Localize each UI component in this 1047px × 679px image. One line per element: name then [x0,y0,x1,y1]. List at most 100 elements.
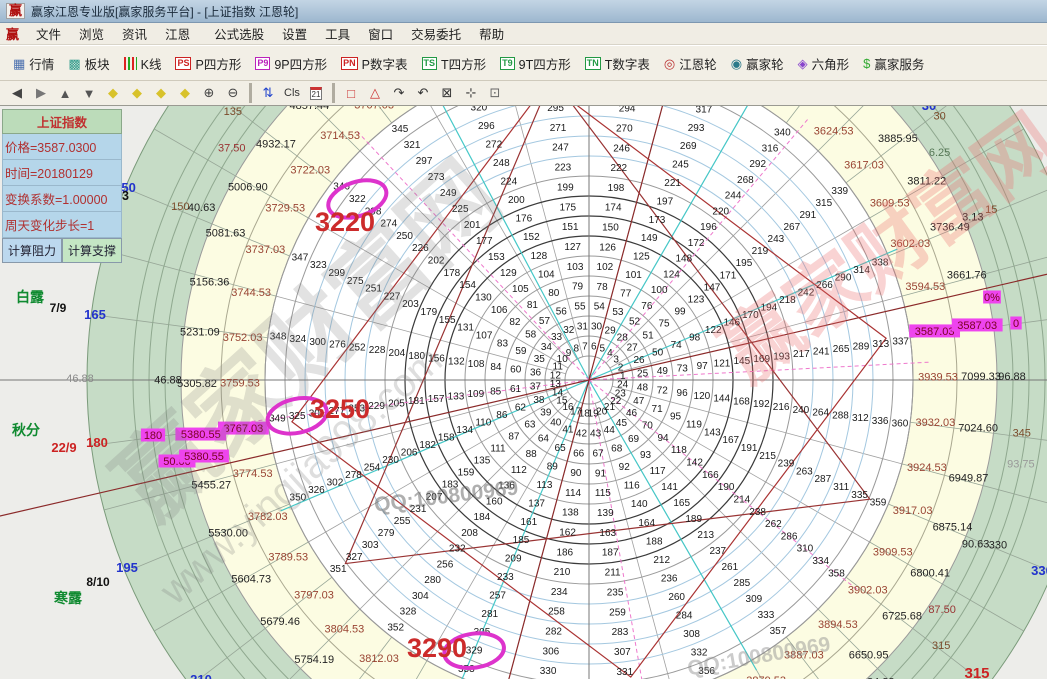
svg-text:38: 38 [533,395,545,406]
gann-wheel-chart[interactable]: 上证指数 价格=3587.0300时间=20180129变换系数=1.00000… [0,106,1047,679]
svg-text:322: 322 [349,194,366,205]
down-icon[interactable]: ▼ [78,82,100,104]
prev-icon[interactable]: ◀ [6,82,28,104]
calc-support-button[interactable]: 计算支撑 [62,238,122,263]
gann-wheel-svg: 1234567891011121314151617181920212223242… [0,106,1047,679]
toolbar-badge-pn-button[interactable]: PNP数字表 [334,51,414,76]
svg-text:105: 105 [512,284,529,295]
menu-item-8[interactable]: 窗口 [359,26,402,44]
zoom-out-icon[interactable]: ⊖ [222,82,244,104]
svg-text:304: 304 [412,591,429,602]
svg-text:111: 111 [490,444,506,455]
toolbar-grid-button[interactable]: ▦行情 [6,51,61,76]
svg-text:188: 188 [646,536,663,547]
svg-text:44: 44 [604,425,616,436]
svg-text:221: 221 [664,178,681,189]
badge-tn-icon: TN [585,57,601,70]
toolbar-gann-wheel-button[interactable]: ◎江恩轮 [657,51,724,76]
triangle-tool-icon[interactable]: △ [364,82,386,104]
toolbar-candles-button[interactable]: K线 [117,51,169,76]
svg-text:199: 199 [557,182,574,193]
menu-item-9[interactable]: 交易委托 [402,26,470,44]
calendar-icon[interactable]: 21 [305,82,327,104]
square-tool-icon[interactable]: □ [340,82,362,104]
rotate-cw-icon[interactable]: ↷ [388,82,410,104]
panel-row-3: 变换系数=1.000003 [2,186,122,212]
menu-item-3[interactable]: 资讯 [113,26,156,44]
menu-item-4[interactable]: 江恩 [156,26,199,44]
svg-text:232: 232 [449,544,466,555]
service-icon: $ [863,57,870,70]
svg-text:58: 58 [525,329,537,340]
svg-text:212: 212 [653,555,670,566]
svg-text:33: 33 [551,332,563,343]
svg-text:78: 78 [597,282,609,293]
diamond-down-icon[interactable]: ◆ [174,82,196,104]
svg-text:260: 260 [668,592,685,603]
badge-ts-icon: TS [422,57,438,70]
svg-text:210: 210 [554,567,571,578]
menu-item-10[interactable]: 帮助 [470,26,513,44]
toolbar-service-button[interactable]: $ 赢家服务 [856,51,931,76]
info-panel: 上证指数 价格=3587.0300时间=20180129变换系数=1.00000… [2,109,122,263]
menu-item-6[interactable]: 设置 [273,26,316,44]
updown-icon[interactable]: ⇅ [257,82,279,104]
menu-item-2[interactable]: 浏览 [70,26,113,44]
svg-text:151: 151 [562,222,579,233]
toolbar-badge-tn-button[interactable]: TNT数字表 [578,51,657,76]
toolbar-hexagon-button[interactable]: ◈六角形 [791,51,857,76]
cls-button[interactable]: Cls [281,82,303,104]
diamond-right-icon[interactable]: ◆ [126,82,148,104]
svg-text:131: 131 [457,323,474,334]
up-icon[interactable]: ▲ [54,82,76,104]
svg-text:51: 51 [643,330,655,341]
display-icon[interactable]: ⊡ [484,82,506,104]
svg-text:189: 189 [685,514,702,525]
svg-text:87: 87 [508,432,520,443]
toolbar-winner-wheel-button[interactable]: ◉赢家轮 [724,51,791,76]
svg-text:162: 162 [559,528,576,539]
window-title: 赢家江恩专业版[赢家服务平台] - [上证指数 江恩轮] [31,3,298,20]
svg-text:135: 135 [474,456,491,467]
candles-icon [124,57,137,70]
svg-text:286: 286 [781,531,798,542]
menu-item-5[interactable]: 公式选股 [205,26,273,44]
svg-text:75: 75 [659,318,671,329]
svg-text:287: 287 [814,474,831,485]
svg-text:66: 66 [573,448,585,459]
menu-item-7[interactable]: 工具 [316,26,359,44]
badge-pn-icon: PN [341,57,358,70]
toolbar-badge-t9-button[interactable]: T99T四方形 [493,51,578,76]
shrink-icon[interactable]: ⊹ [460,82,482,104]
svg-text:117: 117 [650,466,666,477]
svg-text:166: 166 [702,470,719,481]
diamond-left-icon[interactable]: ◆ [102,82,124,104]
diamond-up-icon[interactable]: ◆ [150,82,172,104]
next-icon[interactable]: ▶ [30,82,52,104]
svg-text:152: 152 [523,232,540,243]
menu-item-1[interactable]: 文件 [27,26,70,44]
svg-text:216: 216 [773,402,790,413]
svg-text:234: 234 [551,587,568,598]
toolbar-blocks-button[interactable]: ▩板块 [61,51,116,76]
toolbar-badge-p9-button[interactable]: P99P四方形 [248,51,334,76]
zoom-in-icon[interactable]: ⊕ [198,82,220,104]
svg-text:175: 175 [559,202,576,213]
svg-text:114: 114 [565,488,581,499]
svg-text:3812.03: 3812.03 [359,653,399,665]
rotate-ccw-icon[interactable]: ↶ [412,82,434,104]
calc-resistance-button[interactable]: 计算阻力 [2,238,62,263]
toolbar-badge-ps-button[interactable]: PSP四方形 [168,51,248,76]
svg-text:123: 123 [688,294,705,305]
toolbar-badge-ts-button[interactable]: TST四方形 [415,51,494,76]
svg-text:3722.03: 3722.03 [290,164,330,176]
svg-text:96: 96 [677,388,689,399]
svg-text:84: 84 [490,362,502,373]
svg-text:303: 303 [362,540,379,551]
fullscreen-icon[interactable]: ⊠ [436,82,458,104]
toolbar-label: 赢家服务 [874,54,924,73]
svg-text:172: 172 [688,238,705,249]
svg-text:112: 112 [511,465,527,476]
svg-text:6: 6 [591,341,597,352]
svg-text:29: 29 [605,325,617,336]
